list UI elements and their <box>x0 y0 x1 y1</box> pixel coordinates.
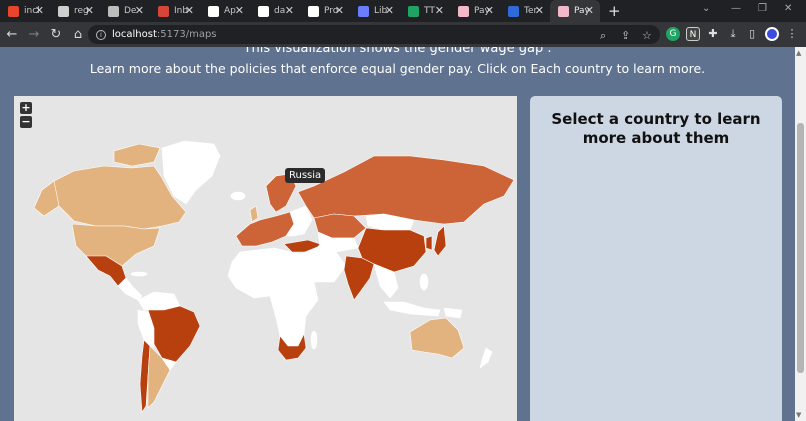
tab-close-icon[interactable]: ✕ <box>485 4 494 17</box>
country-cuba <box>130 271 148 277</box>
country-north-africa <box>231 247 305 277</box>
country-new-guinea <box>443 307 463 319</box>
browser-tab[interactable]: da ✕ <box>250 0 300 22</box>
tab-favicon-icon <box>58 5 69 17</box>
country-iceland <box>230 191 246 201</box>
tab-favicon-icon <box>158 5 169 17</box>
country-madagascar <box>310 330 318 350</box>
chrome-menu-icon[interactable]: ⋮ <box>785 27 799 41</box>
minimize-icon[interactable]: — <box>731 3 741 14</box>
downloads-icon[interactable]: ⤓ <box>726 27 740 41</box>
browser-tab[interactable]: Pay ✕ <box>550 0 600 22</box>
country-philippines <box>419 273 429 291</box>
tab-favicon-icon <box>358 5 369 17</box>
zoom-out-button[interactable]: − <box>20 116 32 128</box>
tab-favicon-icon <box>258 5 269 17</box>
scroll-up-icon[interactable]: ▲ <box>796 49 801 57</box>
browser-tab[interactable]: Ter ✕ <box>500 0 550 22</box>
grammarly-extension-icon[interactable]: G <box>666 27 680 41</box>
country-korea <box>425 235 433 251</box>
tab-close-icon[interactable]: ✕ <box>335 4 344 17</box>
close-window-icon[interactable]: ✕ <box>784 3 792 14</box>
profile-avatar[interactable] <box>765 27 779 41</box>
browser-tab[interactable]: Pro ✕ <box>300 0 350 22</box>
zoom-in-button[interactable]: + <box>20 102 32 114</box>
notion-extension-icon[interactable]: N <box>686 27 700 41</box>
tab-favicon-icon <box>308 5 319 17</box>
tab-close-icon[interactable]: ✕ <box>135 4 144 17</box>
world-map-svg[interactable] <box>14 96 517 421</box>
page-content: This visualization shows the gender wage… <box>0 47 795 421</box>
world-map[interactable]: + − Russia <box>14 96 517 421</box>
tab-close-icon[interactable]: ✕ <box>585 4 594 17</box>
tab-close-icon[interactable]: ✕ <box>435 4 444 17</box>
address-bar[interactable]: i localhost:5173/maps ⌕ ⇪ ☆ <box>88 25 660 44</box>
country-indonesia <box>383 301 441 317</box>
tab-search-icon[interactable]: ⌄ <box>702 3 710 14</box>
tab-close-icon[interactable]: ✕ <box>285 4 294 17</box>
tab-strip: incl ✕ reg ✕ De ✕ Inb ✕ Ap ✕ da ✕ Pro ✕ Lib ✕ TT ✕ Pay ✕ Ter… <box>0 0 600 22</box>
country-india <box>343 255 375 301</box>
scroll-down-icon[interactable]: ▼ <box>796 411 801 419</box>
url-host: localhost <box>112 29 157 40</box>
country-alaska <box>33 180 60 217</box>
browser-tab[interactable]: incl ✕ <box>0 0 50 22</box>
zoom-icon[interactable]: ⌕ <box>600 29 606 43</box>
tab-favicon-icon <box>8 5 19 17</box>
country-western-europe <box>235 211 295 247</box>
tab-favicon-icon <box>208 5 219 17</box>
tab-favicon-icon <box>408 5 419 17</box>
browser-tab[interactable]: Pay ✕ <box>450 0 500 22</box>
tab-close-icon[interactable]: ✕ <box>85 4 94 17</box>
country-australia <box>409 317 465 359</box>
tab-favicon-icon <box>108 5 119 17</box>
extensions-puzzle-icon[interactable]: ✚ <box>706 27 720 41</box>
country-japan <box>433 225 447 257</box>
share-icon[interactable]: ⇪ <box>621 29 630 42</box>
country-canada-islands <box>113 143 161 167</box>
country-united-states <box>71 223 161 267</box>
url-path: :5173/maps <box>156 29 217 40</box>
country-info-panel: Select a country to learn more about the… <box>530 96 782 421</box>
tab-close-icon[interactable]: ✕ <box>235 4 244 17</box>
browser-tab[interactable]: Lib ✕ <box>350 0 400 22</box>
page-heading: This visualization shows the gender wage… <box>243 47 552 56</box>
browser-tab[interactable]: Ap ✕ <box>200 0 250 22</box>
browser-tab[interactable]: TT ✕ <box>400 0 450 22</box>
country-central-africa <box>263 267 319 327</box>
new-tab-button[interactable]: + <box>608 2 624 20</box>
info-text: Learn more about the policies that enfor… <box>89 61 706 76</box>
back-icon[interactable]: ← <box>2 27 22 42</box>
browser-tab[interactable]: Inb ✕ <box>150 0 200 22</box>
panel-title: Select a country to learn more about the… <box>551 110 761 147</box>
scrollbar-thumb[interactable] <box>797 123 804 373</box>
maximize-icon[interactable]: ❐ <box>758 3 767 14</box>
tab-close-icon[interactable]: ✕ <box>185 4 194 17</box>
site-info-icon[interactable]: i <box>96 29 106 40</box>
browser-tab[interactable]: reg ✕ <box>50 0 100 22</box>
browser-tab[interactable]: De ✕ <box>100 0 150 22</box>
page-scrollbar[interactable]: ▲ ▼ <box>795 47 806 421</box>
bookmark-star-icon[interactable]: ☆ <box>642 29 652 42</box>
side-panel-icon[interactable]: ▯ <box>745 27 759 41</box>
country-tooltip: Russia <box>285 168 326 183</box>
reload-icon[interactable]: ↻ <box>46 27 66 42</box>
country-russia <box>297 155 515 225</box>
browser-tab-bar: incl ✕ reg ✕ De ✕ Inb ✕ Ap ✕ da ✕ Pro ✕ Lib ✕ TT ✕ Pay ✕ Ter… <box>0 0 806 22</box>
tab-close-icon[interactable]: ✕ <box>535 4 544 17</box>
tab-favicon-icon <box>558 5 569 17</box>
tab-favicon-icon <box>458 5 469 17</box>
tab-close-icon[interactable]: ✕ <box>385 4 394 17</box>
country-united-kingdom <box>249 205 259 223</box>
forward-icon[interactable]: → <box>24 27 44 42</box>
country-new-zealand <box>479 347 493 369</box>
tab-favicon-icon <box>508 5 519 17</box>
home-icon[interactable]: ⌂ <box>68 27 88 42</box>
tab-close-icon[interactable]: ✕ <box>35 4 44 17</box>
